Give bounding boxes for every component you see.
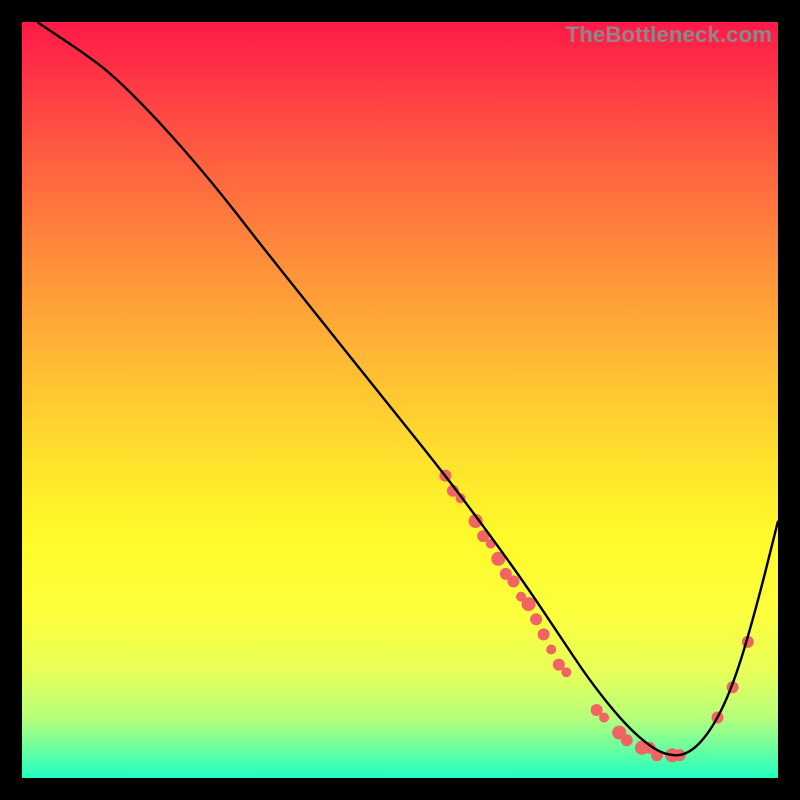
chart-container: TheBottleneck.com	[0, 0, 800, 800]
chart-marker	[561, 667, 571, 677]
chart-markers	[439, 470, 753, 763]
chart-marker	[599, 713, 609, 723]
chart-marker	[621, 734, 633, 746]
chart-marker	[507, 575, 519, 587]
chart-svg	[22, 22, 778, 778]
chart-marker	[522, 597, 536, 611]
chart-marker	[538, 628, 550, 640]
chart-marker	[530, 613, 542, 625]
bottleneck-curve	[37, 22, 778, 755]
chart-marker	[546, 645, 556, 655]
plot-area: TheBottleneck.com	[22, 22, 778, 778]
